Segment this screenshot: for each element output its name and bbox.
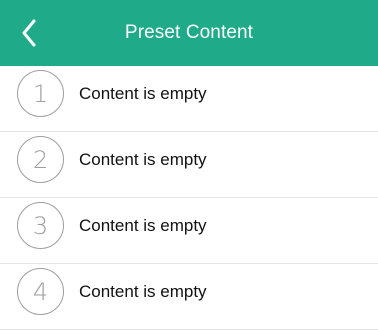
preset-item-1[interactable]: 1 Content is empty [0,66,378,132]
preset-item-4[interactable]: 4 Content is empty [0,264,378,330]
preset-number-badge: 2 [17,136,64,183]
preset-item-3[interactable]: 3 Content is empty [0,198,378,264]
preset-item-label: Content is empty [79,282,207,301]
preset-item-2[interactable]: 2 Content is empty [0,132,378,198]
preset-list: 1 Content is empty 2 Content is empty 3 … [0,66,378,330]
preset-number-badge: 4 [17,268,64,315]
preset-item-label: Content is empty [79,84,207,103]
navigation-bar: Preset Content [0,0,378,66]
preset-number-badge: 3 [17,202,64,249]
preset-number-badge: 1 [17,70,64,117]
page-title: Preset Content [124,22,254,43]
preset-item-label: Content is empty [79,150,207,169]
preset-item-label: Content is empty [79,216,207,235]
